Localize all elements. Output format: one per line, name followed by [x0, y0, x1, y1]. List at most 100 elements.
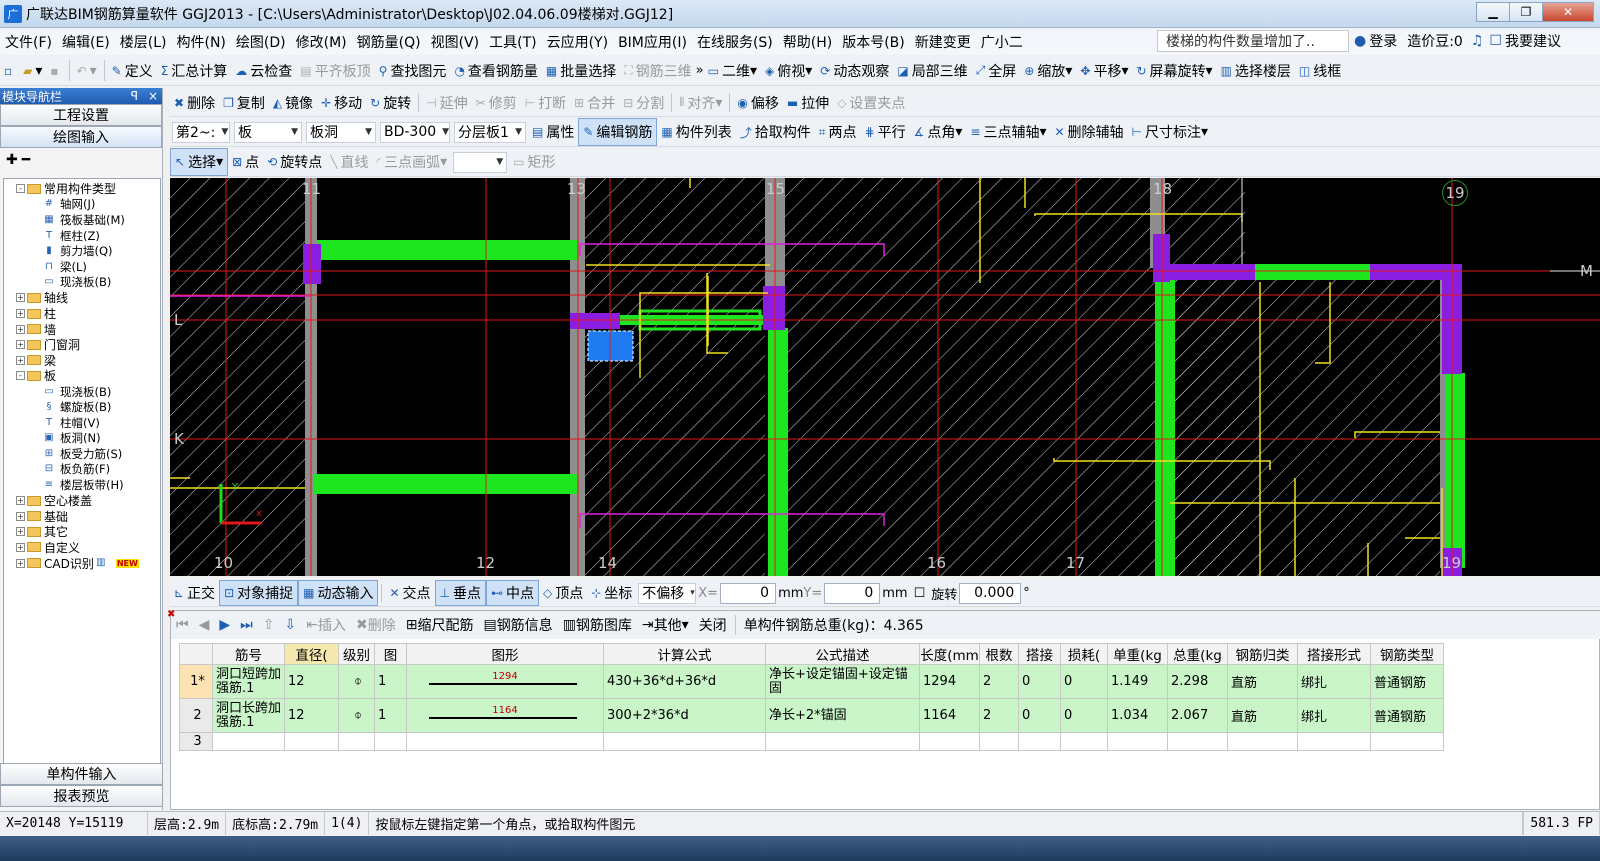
empty-cell[interactable] — [979, 732, 1019, 751]
tree-expander-icon[interactable]: + — [16, 496, 25, 506]
tree-node[interactable]: ▣ 板洞(N) — [4, 431, 160, 447]
column-header-11[interactable]: 单重(kg — [1107, 643, 1168, 665]
menu-item-7[interactable]: 视图(V) — [426, 32, 485, 52]
cell-loss[interactable]: 0 — [1060, 664, 1108, 699]
rebar-toolbar-button-0[interactable]: ⇤ 插入 — [301, 615, 351, 635]
menu-item-2[interactable]: 楼层(L) — [115, 32, 172, 52]
edit-button-0[interactable]: ✖ 删除 — [170, 89, 219, 116]
single-component-input-button[interactable]: 单构件输入 — [0, 763, 163, 785]
menu-item-15[interactable]: 广小二 — [976, 32, 1028, 52]
cell-total[interactable]: 2.067 — [1167, 698, 1228, 733]
cell-dia[interactable]: 12 — [284, 698, 339, 733]
cell-lapform[interactable]: 绑扎 — [1297, 664, 1371, 699]
snap-button-7[interactable]: ⊹ 坐标 — [587, 580, 636, 606]
component-type-select[interactable]: 板 ▼ — [234, 121, 302, 143]
edit-button-13[interactable]: ◇ 设置夹点 — [833, 89, 909, 116]
snap-button-0[interactable]: ⊾ 正交 — [170, 580, 219, 606]
tree-node[interactable]: ≡ 楼层板带(H) — [4, 477, 160, 493]
toolbar1-button-15[interactable]: ↻ 屏幕旋转 ▾ — [1132, 56, 1216, 85]
arc-mode-select[interactable]: ▼ — [453, 151, 508, 173]
bell-icon[interactable]: ♫ — [1471, 33, 1484, 49]
tree-expander-icon[interactable]: + — [16, 309, 25, 319]
component-button-3[interactable]: ⤴ 拾取构件 — [736, 118, 815, 146]
tree-node[interactable]: ⊞ 板受力筋(S) — [4, 446, 160, 462]
tree-node[interactable]: § 螺旋板(B) — [4, 399, 160, 415]
edit-button-3[interactable]: ✛ 移动 — [317, 89, 366, 116]
component-button-6[interactable]: ∡ 点角 ▾ — [910, 118, 967, 146]
empty-cell[interactable] — [765, 732, 920, 751]
move-down-icon[interactable]: ⇩ — [280, 617, 302, 633]
menu-item-0[interactable]: 文件(F) — [0, 32, 57, 52]
column-header-12[interactable]: 总重(kg — [1167, 643, 1228, 665]
draw-button-1[interactable]: ⊠ 点 — [228, 148, 263, 176]
layer-select[interactable]: 分层板1 ▼ — [454, 121, 526, 143]
column-header-5[interactable]: 计算公式 — [603, 643, 766, 665]
cell-lapform[interactable]: 绑扎 — [1297, 698, 1371, 733]
draw-button-2[interactable]: ⟲ 旋转点 — [263, 148, 326, 176]
cell-cat[interactable]: 直筋 — [1227, 698, 1298, 733]
component-button-7[interactable]: ≡ 三点辅轴 ▾ — [966, 118, 1050, 146]
tree-expander-icon[interactable]: + — [16, 511, 25, 521]
rebar-shape-cell[interactable]: 1294 — [406, 664, 604, 699]
column-header-4[interactable]: 图形 — [406, 643, 604, 665]
panel-close-small-icon[interactable]: ✖ — [167, 609, 175, 620]
menu-item-13[interactable]: 版本号(B) — [837, 32, 910, 52]
tree-expander-icon[interactable]: + — [16, 355, 25, 365]
floor-select[interactable]: 第2~: ▼ — [172, 121, 230, 143]
tree-node[interactable]: + 轴线 — [4, 290, 160, 306]
component-button-5[interactable]: ⋕ 平行 — [861, 118, 910, 146]
cell-type[interactable]: 普通钢筋 — [1370, 664, 1444, 699]
offset-select[interactable]: 不偏移 ▾ — [638, 582, 697, 604]
drawing-input-button[interactable]: 绘图输入 — [0, 126, 162, 148]
open-file-icon[interactable]: ▰ ▾ — [19, 56, 46, 85]
menu-item-11[interactable]: 在线服务(S) — [692, 32, 778, 52]
cell-grade[interactable]: ⌽ — [338, 698, 375, 733]
cell-fig[interactable]: 1 — [374, 698, 407, 733]
toolbar1-button-5[interactable]: ◔ 查看钢筋量 — [450, 56, 541, 85]
tree-expander-icon[interactable]: - — [16, 184, 25, 194]
edit-button-7[interactable]: ⊢ 打断 — [521, 89, 570, 116]
tree-node[interactable]: T 柱帽(V) — [4, 415, 160, 431]
report-preview-button[interactable]: 报表预览 — [0, 785, 163, 807]
undo-icon[interactable]: ↶ ▾ — [73, 56, 101, 85]
login-link[interactable]: 登录 — [1369, 31, 1397, 51]
toolbar1-button-14[interactable]: ✥ 平移 ▾ — [1076, 56, 1132, 85]
toolbar1-button-0[interactable]: ✎ 定义 — [108, 56, 157, 85]
empty-cell[interactable] — [374, 732, 407, 751]
draw-button-4[interactable]: ◜ 三点画弧 ▾ — [372, 148, 451, 176]
menu-item-9[interactable]: 云应用(Y) — [542, 32, 613, 52]
row-header[interactable]: 3 — [179, 732, 213, 751]
toolbar1-button-4[interactable]: ⚲ 查找图元 — [375, 56, 451, 85]
column-header-1[interactable]: 直径( — [284, 643, 339, 665]
tree-node[interactable]: + 其它 — [4, 524, 160, 540]
edit-button-12[interactable]: ▬ 拉伸 — [783, 89, 833, 116]
cell-name[interactable]: 洞口长跨加强筋.1 — [212, 698, 285, 733]
cell-type[interactable]: 普通钢筋 — [1370, 698, 1444, 733]
tree-node[interactable]: ▮ 剪力墙(Q) — [4, 243, 160, 259]
tree-node[interactable]: + 梁 — [4, 353, 160, 369]
cell-unit[interactable]: 1.149 — [1107, 664, 1168, 699]
menu-item-4[interactable]: 绘图(D) — [231, 32, 291, 52]
tree-node[interactable]: -板 — [4, 368, 160, 384]
cell-lap[interactable]: 0 — [1018, 664, 1061, 699]
drawing-canvas[interactable]: x Y 11 13 15 18 19 10 12 14 16 17 19 L K… — [170, 178, 1600, 576]
menu-item-5[interactable]: 修改(M) — [291, 32, 352, 52]
rebar-toolbar-button-3[interactable]: ▤ 钢筋信息 — [478, 615, 557, 635]
tree-node[interactable]: + 柱 — [4, 306, 160, 322]
toolbar1-button-7[interactable]: ⛶ 钢筋三维 — [620, 56, 695, 85]
empty-cell[interactable] — [284, 732, 339, 751]
toolbar1-button-2[interactable]: ☁ 云检查 — [231, 56, 296, 85]
tree-expander-icon[interactable]: + — [16, 527, 25, 537]
toolbar1-button-10[interactable]: ⟳ 动态观察 — [816, 56, 893, 85]
edit-button-8[interactable]: ⊞ 合并 — [570, 89, 619, 116]
cell-count[interactable]: 2 — [979, 664, 1019, 699]
tree-expander-icon[interactable]: + — [16, 324, 25, 334]
tree-expander-icon[interactable]: + — [16, 542, 25, 552]
draw-button-5[interactable]: ▭ 矩形 — [509, 148, 559, 176]
edit-button-10[interactable]: ⫴ 对齐 ▾ — [675, 89, 726, 116]
empty-cell[interactable] — [1370, 732, 1444, 751]
empty-cell[interactable] — [212, 732, 285, 751]
table-row[interactable]: 1* 洞口短跨加强筋.1 12 ⌽ 1 1294 430+36*d+36*d 净长+设定锚固+… — [179, 664, 1444, 699]
empty-cell[interactable] — [1107, 732, 1168, 751]
rebar-toolbar-button-4[interactable]: ▥ 钢筋图库 — [558, 615, 637, 635]
